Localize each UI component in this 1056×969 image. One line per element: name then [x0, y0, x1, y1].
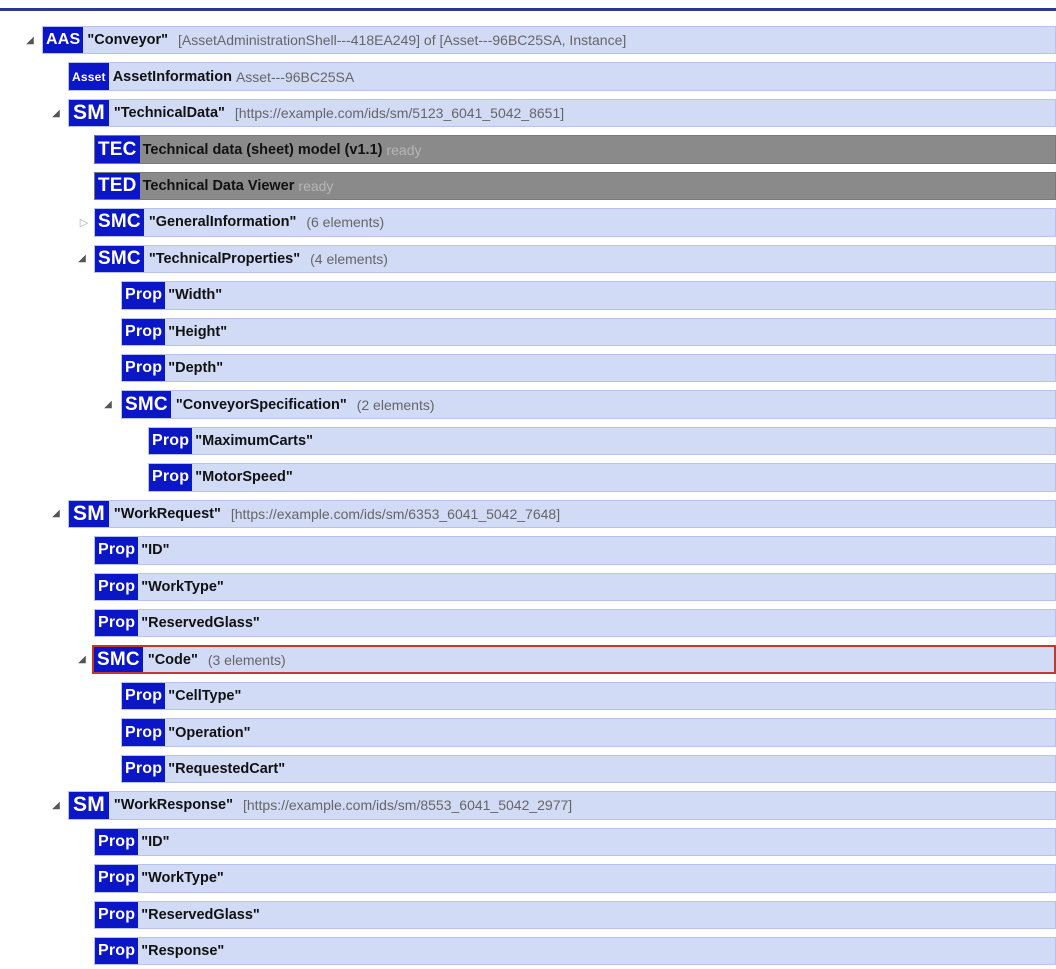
prop-badge: Prop [95, 537, 139, 564]
node-name: "Conveyor" [87, 32, 169, 49]
node-name: "WorkRequest" [113, 505, 221, 522]
node-info: [https://example.com/ids/sm/6353_6041_50… [230, 505, 561, 522]
tree-node-smc-generalinformation[interactable]: ▷ SMC "GeneralInformation" (6 elements) [0, 204, 1056, 240]
sm-badge: SM [69, 792, 109, 819]
node-name: "Height" [168, 323, 228, 340]
node-name: "ReservedGlass" [141, 615, 260, 632]
tree-node-prop-reservedglass[interactable]: Prop "ReservedGlass" [0, 897, 1056, 933]
tec-badge: TEC [95, 136, 140, 163]
node-name: "Response" [141, 943, 225, 960]
expanded-triangle-icon[interactable]: ◢ [100, 386, 116, 422]
expanded-triangle-icon[interactable]: ◢ [48, 95, 64, 131]
tree-node-prop-response[interactable]: Prop "Response" [0, 933, 1056, 969]
node-name: "WorkResponse" [113, 797, 233, 814]
node-name: AssetInformation [112, 68, 232, 85]
prop-badge: Prop [122, 354, 166, 382]
node-info: (2 elements) [356, 396, 435, 413]
asset-badge: Asset [69, 63, 109, 90]
node-name: "ID" [141, 833, 170, 850]
prop-badge: Prop [122, 318, 166, 345]
tree-node-prop-requestedcart[interactable]: Prop "RequestedCart" [0, 751, 1056, 787]
aas-tree[interactable]: ◢ AAS "Conveyor" [AssetAdministrationShe… [0, 22, 1056, 969]
tree-node-prop-reservedglass[interactable]: Prop "ReservedGlass" [0, 605, 1056, 641]
expanded-triangle-icon[interactable]: ◢ [74, 641, 90, 677]
tree-node-prop-id[interactable]: Prop "ID" [0, 824, 1056, 860]
tree-node-sm-technicaldata[interactable]: ◢ SM "TechnicalData" [https://example.co… [0, 95, 1056, 131]
expanded-triangle-icon[interactable]: ◢ [22, 22, 38, 58]
smc-badge: SMC [122, 391, 171, 418]
node-name: "Code" [147, 651, 198, 668]
node-name: "Depth" [168, 360, 224, 377]
prop-badge: Prop [149, 464, 193, 491]
tree-node-prop-celltype[interactable]: Prop "CellType" [0, 678, 1056, 714]
expanded-triangle-icon[interactable]: ◢ [74, 241, 90, 277]
tree-node-smc-technicalproperties[interactable]: ◢ SMC "TechnicalProperties" (4 elements) [0, 241, 1056, 277]
node-name: "GeneralInformation" [148, 214, 297, 231]
tree-node-prop-worktype[interactable]: Prop "WorkType" [0, 860, 1056, 896]
node-name: "Width" [168, 287, 223, 304]
prop-badge: Prop [122, 682, 166, 710]
sm-badge: SM [69, 500, 109, 528]
node-info: (6 elements) [306, 214, 385, 231]
node-name: "ID" [141, 542, 170, 559]
tree-node-prop-depth[interactable]: Prop "Depth" [0, 350, 1056, 386]
node-name: "Operation" [168, 724, 251, 741]
tree-node-sm-workrequest[interactable]: ◢ SM "WorkRequest" [https://example.com/… [0, 496, 1056, 532]
prop-badge: Prop [149, 427, 193, 455]
tree-node-smc-code[interactable]: ◢ SMC "Code" (3 elements) [0, 641, 1056, 677]
node-name: "MotorSpeed" [195, 469, 293, 486]
node-name: "WorkType" [141, 578, 224, 595]
tree-node-plugin-technical-data-model[interactable]: TEC Technical data (sheet) model (v1.1) … [0, 131, 1056, 167]
prop-badge: Prop [122, 719, 166, 746]
node-info: (4 elements) [310, 250, 388, 267]
tree-node-plugin-technical-data-viewer[interactable]: TED Technical Data Viewer ready [0, 168, 1056, 204]
aas-badge: AAS [43, 27, 84, 54]
prop-badge: Prop [95, 573, 139, 600]
node-status: ready [298, 177, 334, 194]
expanded-triangle-icon[interactable]: ◢ [48, 787, 64, 823]
tree-node-smc-conveyorspecification[interactable]: ◢ SMC "ConveyorSpecification" (2 element… [0, 386, 1056, 422]
prop-badge: Prop [95, 610, 139, 637]
node-name: Technical Data Viewer [142, 177, 295, 194]
prop-badge: Prop [95, 901, 139, 928]
node-name: Technical data (sheet) model (v1.1) [142, 141, 383, 158]
ted-badge: TED [95, 172, 140, 200]
node-status: ready [386, 141, 422, 158]
prop-badge: Prop [95, 865, 139, 892]
node-name: "WorkType" [141, 870, 224, 887]
node-name: "ReservedGlass" [141, 906, 260, 923]
node-name: "ConveyorSpecification" [175, 396, 347, 413]
smc-badge: SMC [95, 209, 144, 236]
smc-badge: SMC [95, 245, 144, 273]
node-info: [https://example.com/ids/sm/5123_6041_50… [234, 105, 565, 122]
tree-node-prop-id[interactable]: Prop "ID" [0, 532, 1056, 568]
node-info: Asset---96BC25SA [235, 68, 355, 85]
top-border [0, 8, 1056, 11]
node-name: "TechnicalProperties" [148, 250, 301, 267]
prop-badge: Prop [95, 828, 139, 856]
sm-badge: SM [69, 99, 109, 127]
expanded-triangle-icon[interactable]: ◢ [48, 496, 64, 532]
tree-node-sm-workresponse[interactable]: ◢ SM "WorkResponse" [https://example.com… [0, 787, 1056, 823]
node-name: "MaximumCarts" [195, 433, 313, 450]
tree-node-prop-operation[interactable]: Prop "Operation" [0, 714, 1056, 750]
node-info: (3 elements) [207, 651, 286, 668]
tree-node-aas-conveyor[interactable]: ◢ AAS "Conveyor" [AssetAdministrationShe… [0, 22, 1056, 58]
prop-badge: Prop [122, 282, 166, 309]
collapsed-triangle-icon[interactable]: ▷ [76, 204, 92, 240]
prop-badge: Prop [95, 937, 139, 965]
node-name: "RequestedCart" [168, 760, 286, 777]
tree-node-asset-information[interactable]: Asset AssetInformation Asset---96BC25SA [0, 58, 1056, 94]
node-name: "TechnicalData" [113, 105, 225, 122]
tree-node-prop-motorspeed[interactable]: Prop "MotorSpeed" [0, 459, 1056, 495]
tree-node-prop-height[interactable]: Prop "Height" [0, 314, 1056, 350]
tree-node-prop-maximumcarts[interactable]: Prop "MaximumCarts" [0, 423, 1056, 459]
tree-node-prop-width[interactable]: Prop "Width" [0, 277, 1056, 313]
prop-badge: Prop [122, 755, 166, 783]
node-name: "CellType" [168, 688, 242, 705]
node-info: [AssetAdministrationShell---418EA249] of… [178, 32, 627, 49]
tree-node-prop-worktype[interactable]: Prop "WorkType" [0, 569, 1056, 605]
smc-badge: SMC [94, 647, 143, 672]
node-info: [https://example.com/ids/sm/8553_6041_50… [242, 797, 573, 814]
